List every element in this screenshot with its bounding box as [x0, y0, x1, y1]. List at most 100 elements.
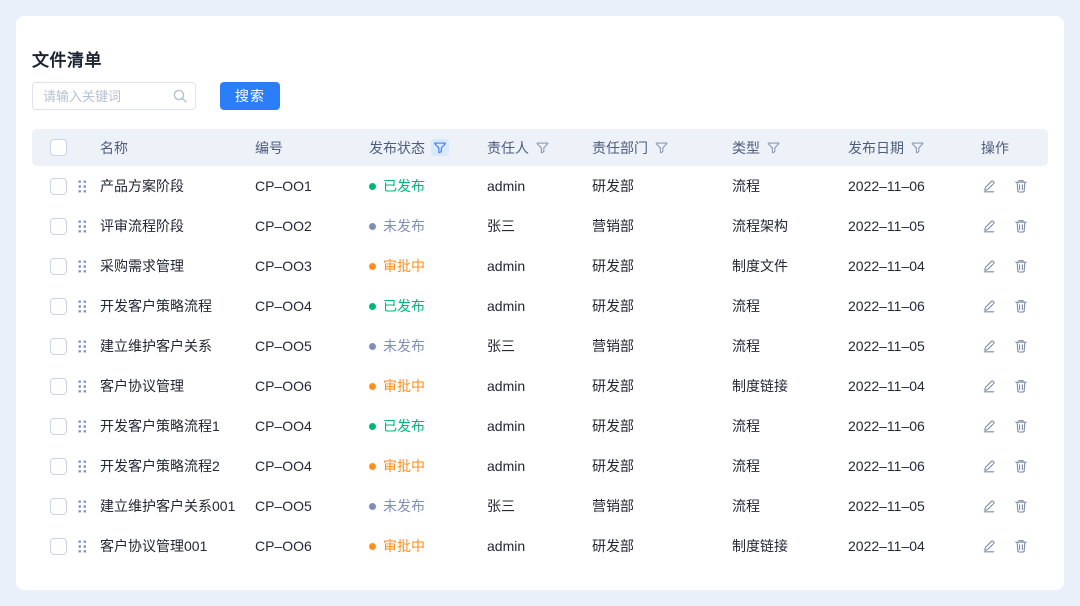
- filter-icon[interactable]: [766, 140, 781, 155]
- row-checkbox[interactable]: [50, 378, 67, 395]
- status-label: 未发布: [383, 336, 425, 356]
- row-actions-cell: [981, 538, 1048, 554]
- row-checkbox[interactable]: [50, 538, 67, 555]
- search-button[interactable]: 搜索: [220, 82, 280, 110]
- filter-icon[interactable]: [654, 140, 669, 155]
- row-name: 建立维护客户关系: [100, 336, 212, 356]
- row-department: 研发部: [592, 376, 634, 396]
- row-department-cell: 研发部: [592, 256, 732, 276]
- row-owner-cell: admin: [487, 418, 592, 434]
- status-label: 已发布: [383, 296, 425, 316]
- edit-icon[interactable]: [981, 258, 997, 274]
- row-owner: admin: [487, 178, 525, 194]
- row-owner: admin: [487, 378, 525, 394]
- row-code: CP–OO5: [255, 338, 312, 354]
- status-dot-icon: [369, 463, 376, 470]
- edit-icon[interactable]: [981, 378, 997, 394]
- row-department: 营销部: [592, 216, 634, 236]
- edit-icon[interactable]: [981, 458, 997, 474]
- delete-icon[interactable]: [1013, 498, 1029, 514]
- edit-icon[interactable]: [981, 538, 997, 554]
- row-date: 2022–11–05: [848, 498, 925, 514]
- row-checkbox[interactable]: [50, 178, 67, 195]
- row-owner: admin: [487, 538, 525, 554]
- column-header-3: 责任人: [487, 138, 592, 158]
- row-owner-cell: admin: [487, 298, 592, 314]
- drag-handle-icon[interactable]: [78, 460, 87, 473]
- row-type: 流程: [732, 456, 760, 476]
- edit-icon[interactable]: [981, 338, 997, 354]
- drag-handle-icon[interactable]: [78, 180, 87, 193]
- row-date: 2022–11–05: [848, 338, 925, 354]
- delete-icon[interactable]: [1013, 178, 1029, 194]
- drag-handle-icon[interactable]: [78, 500, 87, 513]
- drag-handle-icon[interactable]: [78, 300, 87, 313]
- status-dot-icon: [369, 343, 376, 350]
- filter-icon[interactable]: [431, 139, 449, 156]
- row-type-cell: 流程架构: [732, 216, 848, 236]
- row-type: 流程: [732, 336, 760, 356]
- row-date-cell: 2022–11–06: [848, 458, 981, 474]
- row-date-cell: 2022–11–04: [848, 378, 981, 394]
- filter-icon[interactable]: [910, 140, 925, 155]
- drag-handle-icon[interactable]: [78, 220, 87, 233]
- status-badge: 审批中: [369, 376, 425, 396]
- table-row: 客户协议管理CP–OO6审批中admin研发部制度链接2022–11–04: [32, 366, 1048, 406]
- row-actions-cell: [981, 378, 1048, 394]
- edit-icon[interactable]: [981, 418, 997, 434]
- row-department: 研发部: [592, 456, 634, 476]
- delete-icon[interactable]: [1013, 418, 1029, 434]
- delete-icon[interactable]: [1013, 338, 1029, 354]
- column-header-7: 操作: [981, 138, 1048, 158]
- edit-icon[interactable]: [981, 218, 997, 234]
- drag-handle-icon[interactable]: [78, 380, 87, 393]
- row-code: CP–OO6: [255, 378, 312, 394]
- table-row: 建立维护客户关系CP–OO5未发布张三营销部流程2022–11–05: [32, 326, 1048, 366]
- edit-icon[interactable]: [981, 498, 997, 514]
- row-checkbox[interactable]: [50, 458, 67, 475]
- row-checkbox[interactable]: [50, 418, 67, 435]
- delete-icon[interactable]: [1013, 458, 1029, 474]
- column-header-label: 发布日期: [848, 138, 904, 158]
- row-date: 2022–11–06: [848, 298, 925, 314]
- row-type-cell: 流程: [732, 416, 848, 436]
- row-type-cell: 流程: [732, 456, 848, 476]
- row-type: 流程: [732, 176, 760, 196]
- select-all-checkbox[interactable]: [50, 139, 67, 156]
- row-date: 2022–11–05: [848, 218, 925, 234]
- filter-icon[interactable]: [535, 140, 550, 155]
- row-name: 开发客户策略流程2: [100, 456, 220, 476]
- row-checkbox[interactable]: [50, 498, 67, 515]
- row-type: 制度链接: [732, 536, 788, 556]
- drag-handle-icon[interactable]: [78, 340, 87, 353]
- row-owner: admin: [487, 458, 525, 474]
- row-actions-cell: [981, 338, 1048, 354]
- row-checkbox[interactable]: [50, 258, 67, 275]
- delete-icon[interactable]: [1013, 218, 1029, 234]
- row-department: 研发部: [592, 256, 634, 276]
- delete-icon[interactable]: [1013, 378, 1029, 394]
- row-actions-cell: [981, 218, 1048, 234]
- row-department: 研发部: [592, 416, 634, 436]
- row-status-cell: 已发布: [369, 176, 487, 196]
- row-checkbox[interactable]: [50, 218, 67, 235]
- drag-handle-icon[interactable]: [78, 420, 87, 433]
- edit-icon[interactable]: [981, 298, 997, 314]
- status-label: 未发布: [383, 496, 425, 516]
- row-name-cell: 客户协议管理: [76, 376, 255, 396]
- drag-handle-icon[interactable]: [78, 260, 87, 273]
- status-badge: 审批中: [369, 456, 425, 476]
- delete-icon[interactable]: [1013, 258, 1029, 274]
- row-status-cell: 未发布: [369, 496, 487, 516]
- row-select-cell: [32, 498, 76, 515]
- table-row: 采购需求管理CP–OO3审批中admin研发部制度文件2022–11–04: [32, 246, 1048, 286]
- row-department-cell: 研发部: [592, 376, 732, 396]
- column-header-0: 名称: [76, 138, 255, 158]
- drag-handle-icon[interactable]: [78, 540, 87, 553]
- row-checkbox[interactable]: [50, 298, 67, 315]
- row-checkbox[interactable]: [50, 338, 67, 355]
- delete-icon[interactable]: [1013, 298, 1029, 314]
- row-date: 2022–11–04: [848, 538, 925, 554]
- delete-icon[interactable]: [1013, 538, 1029, 554]
- edit-icon[interactable]: [981, 178, 997, 194]
